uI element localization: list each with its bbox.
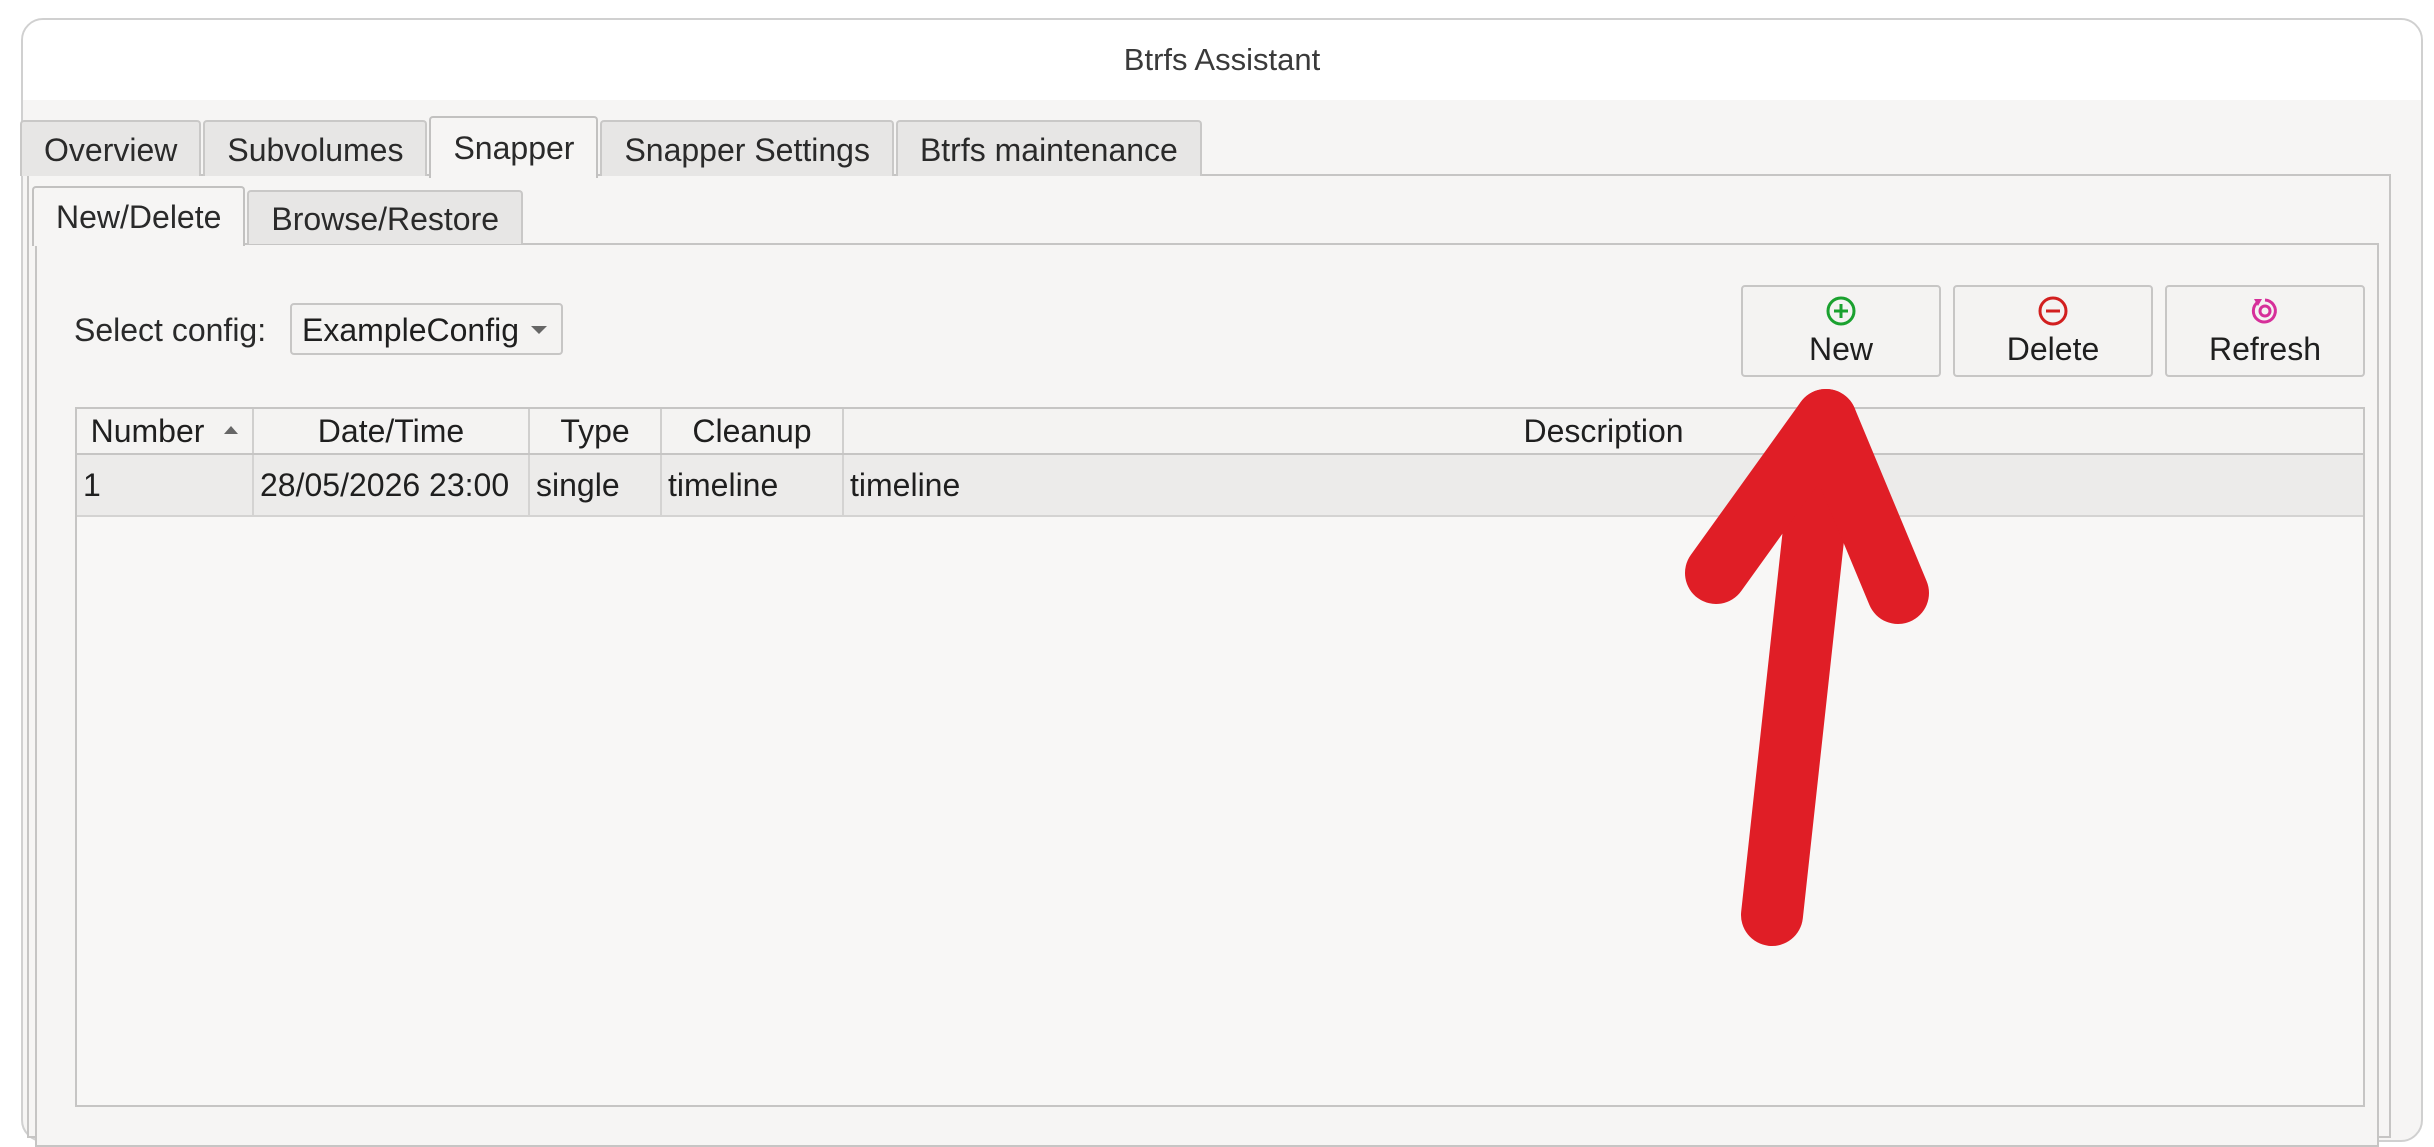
tab-snapper-settings[interactable]: Snapper Settings [600, 120, 894, 176]
snapshots-table[interactable]: Number Date/Time Type Cleanup Descriptio… [75, 407, 2365, 1107]
delete-button[interactable]: Delete [1953, 285, 2153, 377]
title-bar: Btrfs Assistant [23, 20, 2421, 100]
cell-description: timeline [850, 467, 961, 503]
column-header-description[interactable]: Description [844, 409, 2363, 453]
column-header-cleanup[interactable]: Cleanup [662, 409, 844, 453]
sub-tab-bar: New/Delete Browse/Restore [32, 186, 525, 246]
tab-subvolumes[interactable]: Subvolumes [203, 120, 428, 176]
tab-btrfs-maintenance[interactable]: Btrfs maintenance [895, 120, 1202, 176]
config-select[interactable]: ExampleConfig [290, 303, 563, 355]
table-header: Number Date/Time Type Cleanup Descriptio… [77, 409, 2363, 455]
config-select-value: ExampleConfig [302, 312, 519, 348]
column-header-type[interactable]: Type [530, 409, 662, 453]
tab-browse-restore[interactable]: Browse/Restore [247, 190, 524, 244]
main-tab-bar: Overview Subvolumes Snapper Snapper Sett… [20, 100, 1204, 178]
column-header-number[interactable]: Number [77, 409, 254, 453]
cell-datetime: 28/05/2026 23:00 [254, 455, 530, 515]
select-config-label: Select config: [74, 312, 267, 348]
new-button-label: New [1808, 331, 1873, 367]
cell-cleanup: timeline [662, 455, 844, 515]
delete-button-label: Delete [2006, 331, 2100, 367]
tab-overview[interactable]: Overview [20, 120, 202, 176]
column-header-datetime[interactable]: Date/Time [254, 409, 530, 453]
refresh-button-label: Refresh [2208, 331, 2322, 367]
plus-circle-icon [1743, 295, 1939, 327]
cell-number: 1 [77, 455, 254, 515]
window-title: Btrfs Assistant [1123, 42, 1321, 77]
sort-ascending-icon [224, 425, 239, 434]
refresh-icon [2167, 295, 2363, 327]
chevron-down-icon [531, 326, 547, 334]
minus-circle-icon [1955, 295, 2151, 327]
cell-type: single [530, 455, 662, 515]
new-button[interactable]: New [1741, 285, 1941, 377]
refresh-button[interactable]: Refresh [2165, 285, 2365, 377]
tab-new-delete[interactable]: New/Delete [32, 186, 246, 246]
tab-snapper[interactable]: Snapper [429, 116, 599, 178]
table-row[interactable]: 1 28/05/2026 23:00 single timeline timel… [77, 455, 2363, 517]
